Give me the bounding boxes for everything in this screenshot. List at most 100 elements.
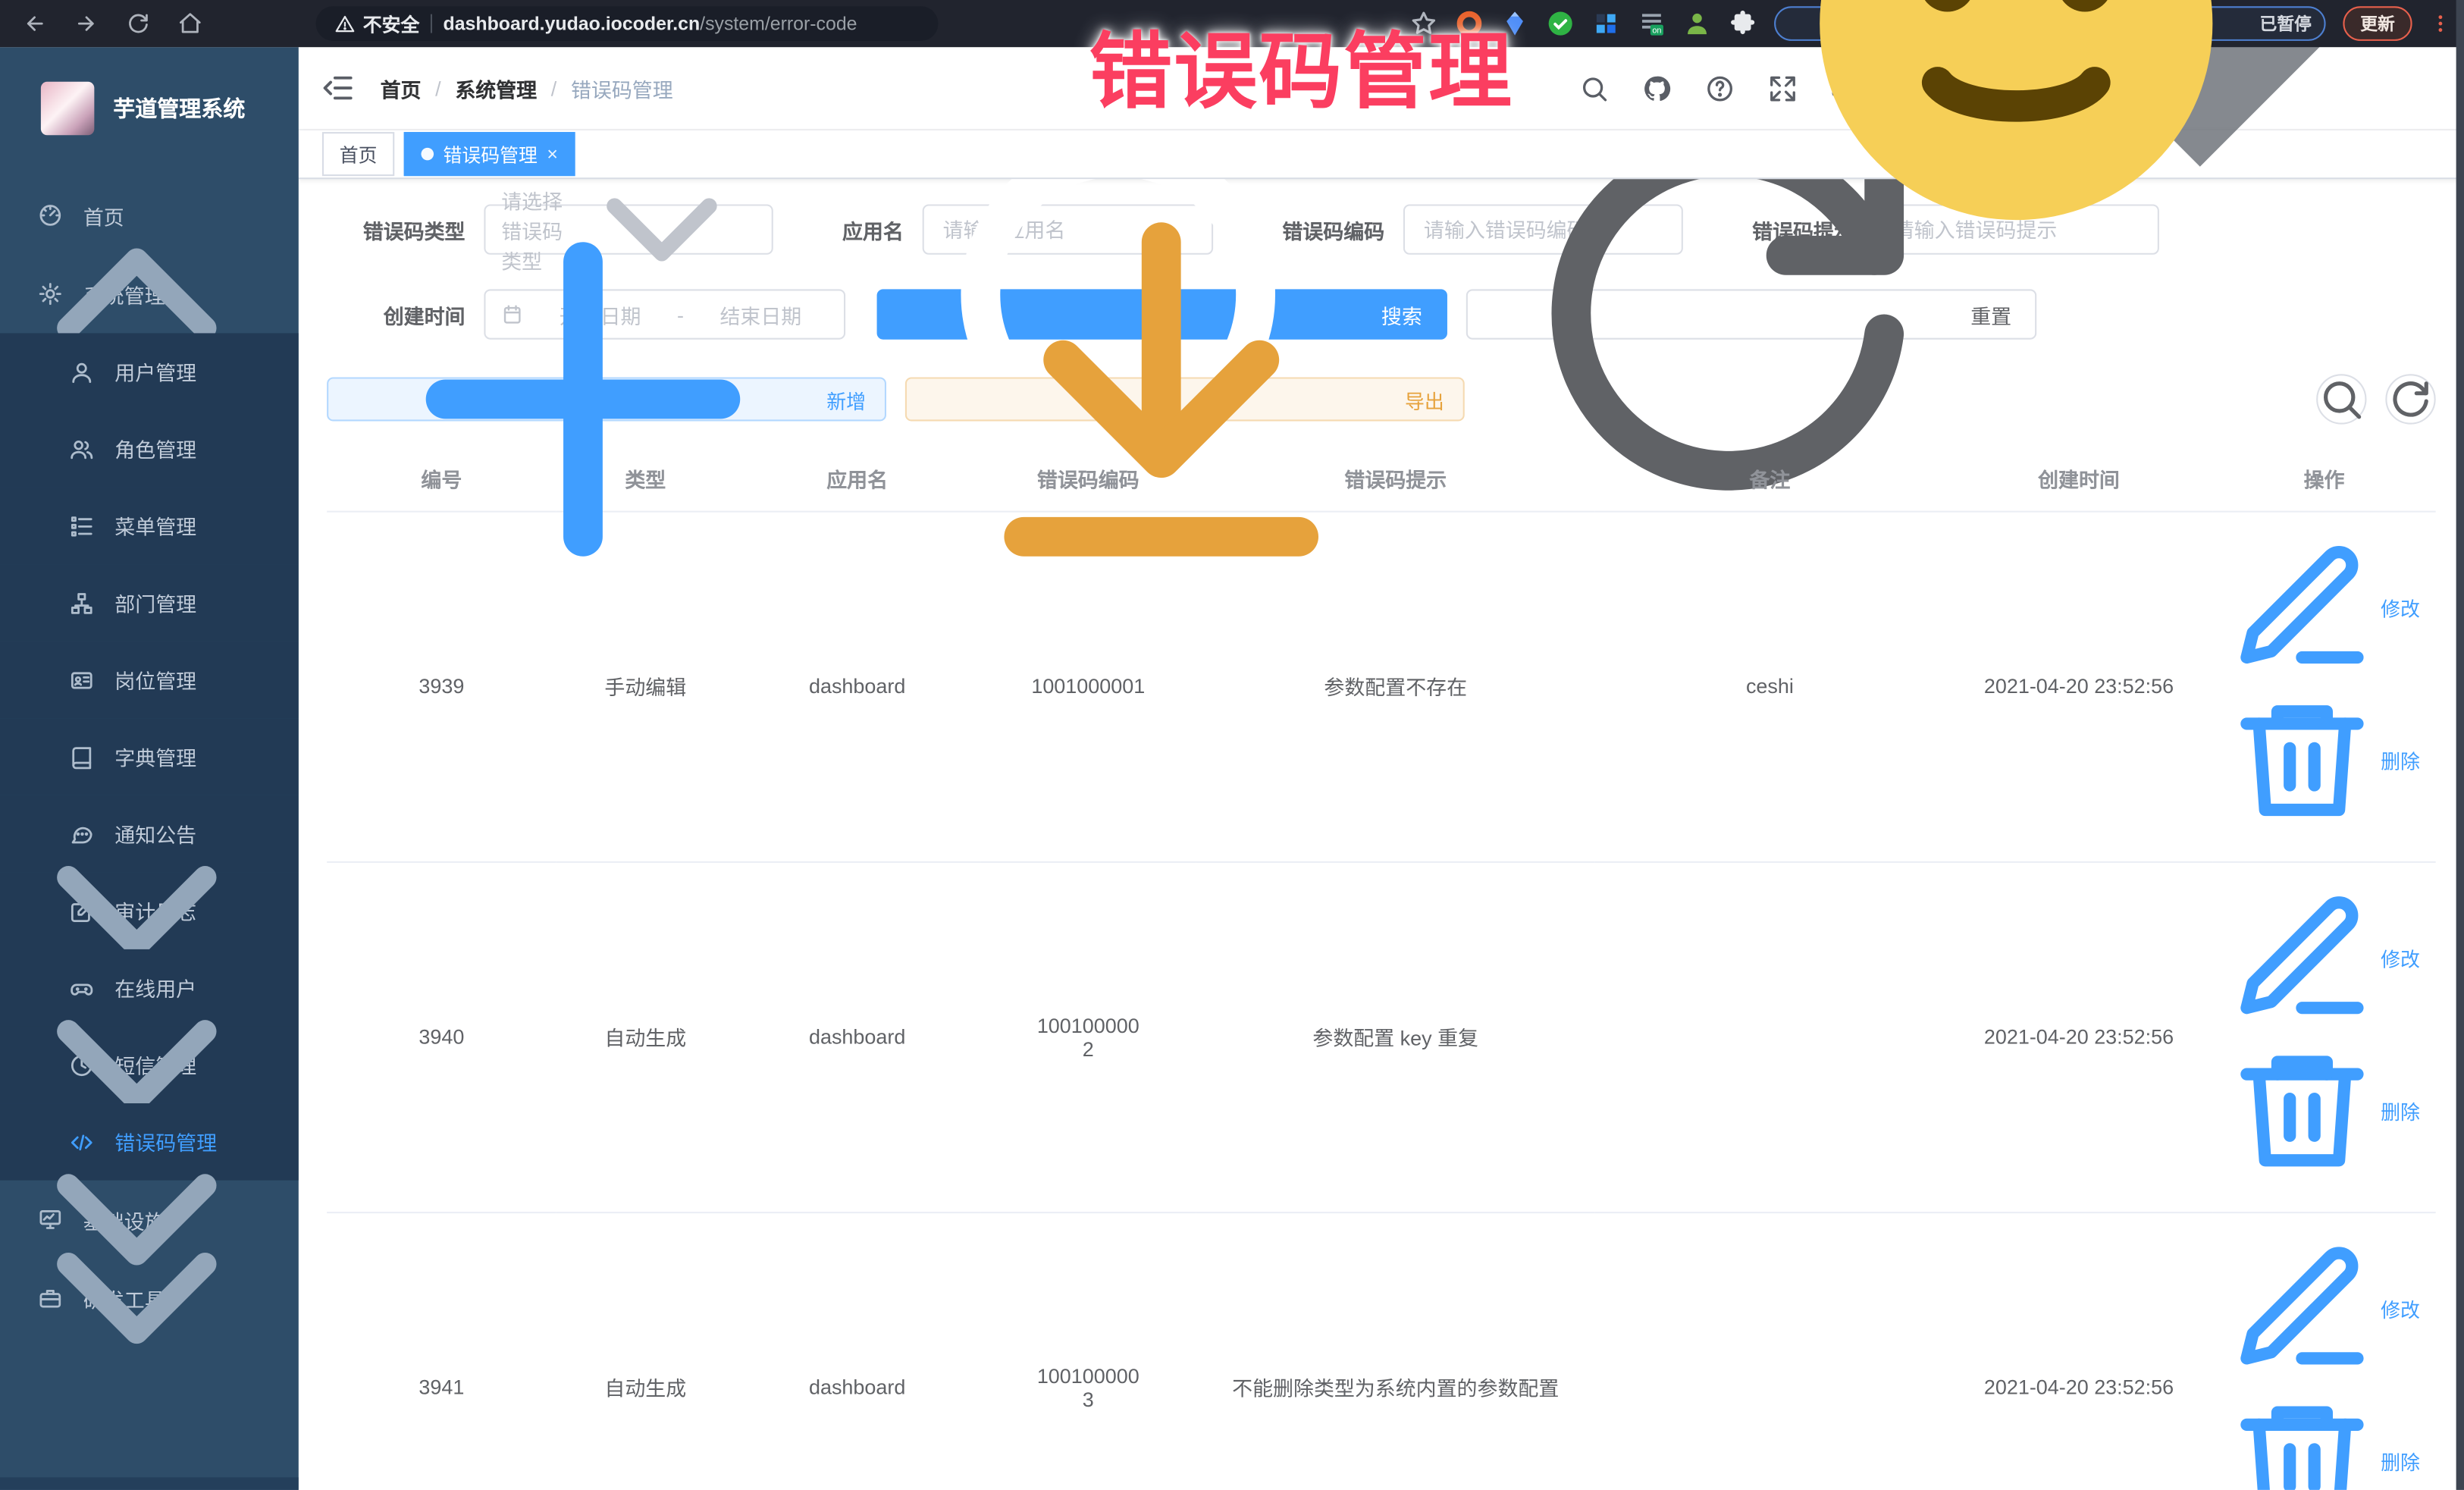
download-icon [926,179,1397,635]
sidebar-item-3[interactable]: 角色管理 [0,410,299,488]
table-row: 3940 自动生成 dashboard 100100000 2 参数配置 key… [327,862,2436,1212]
sidebar-item-label: 字典管理 [114,742,196,771]
tab-home-label: 首页 [340,141,378,168]
edit-icon [2228,535,2376,682]
cell-operations: 修改 删除 [2212,1212,2435,1490]
extensions-puzzle-icon[interactable] [1729,9,1757,37]
main-area: 首页 / 系统管理 / 错误码管理 tT 首页 [299,47,2464,1490]
security-label: 不安全 [363,10,420,36]
search-icon[interactable] [1579,73,1609,102]
extension-list-on-icon[interactable]: on [1638,9,1666,37]
paused-profile-chip[interactable]: 已暂停 [1774,6,2326,41]
sidebar-footer-bar [0,1477,299,1490]
sidebar-item-6[interactable]: 岗位管理 [0,641,299,719]
reload-icon[interactable] [126,11,151,36]
cell-msg: 不能删除类型为系统内置的参数配置 [1196,1212,1594,1490]
cell-type: 自动生成 [556,862,735,1212]
sidebar-item-14[interactable]: 研发工具 [0,1259,299,1338]
trash-icon [2228,1388,2376,1490]
url-bar[interactable]: 不安全 dashboard.yudao.iocoder.cn/system/er… [316,6,939,41]
table-row: 3941 自动生成 dashboard 100100000 3 不能删除类型为系… [327,1212,2436,1490]
sidebar-fold-icon[interactable] [321,71,356,105]
tab-active-dot [422,148,434,161]
sidebar-item-label: 用户管理 [114,357,196,387]
help-icon[interactable] [1704,73,1734,102]
breadcrumb: 首页 / 系统管理 / 错误码管理 [381,73,673,102]
app-logo-area: 芋道管理系统 [0,47,299,170]
tab-error-code[interactable]: 错误码管理 × [404,132,575,176]
cell-memo [1594,1212,1945,1490]
delete-link[interactable]: 删除 [2228,1037,2420,1185]
url-path: /system/error-code [700,13,857,35]
cell-app: dashboard [735,862,980,1212]
sidebar-item-5[interactable]: 部门管理 [0,564,299,641]
cell-msg: 参数配置 key 重复 [1196,862,1594,1212]
cell-time: 2021-04-20 23:52:56 [1945,1212,2213,1490]
sidebar: 芋道管理系统 首页 系统管理 用户管理 角色管理 菜单管理 部门管理 岗位管理 … [0,47,299,1490]
badge-icon [69,667,94,692]
trash-icon [2228,687,2376,835]
cell-operations: 修改 删除 [2212,862,2435,1212]
add-button[interactable]: 新增 [327,377,886,421]
browser-menu-icon[interactable] [2429,13,2451,35]
screen: 不安全 dashboard.yudao.iocoder.cn/system/er… [0,0,2464,1490]
tab-home[interactable]: 首页 [322,132,394,176]
breadcrumb-home[interactable]: 首页 [381,73,422,102]
breadcrumb-current: 错误码管理 [571,73,673,102]
extension-person-icon[interactable] [1683,9,1711,37]
tab-error-code-label: 错误码管理 [444,141,538,168]
overlay-annotation: 错误码管理 [1089,6,1513,126]
breadcrumb-system[interactable]: 系统管理 [455,73,537,102]
export-button[interactable]: 导出 [905,377,1465,421]
cell-type: 自动生成 [556,1212,735,1490]
cell-time: 2021-04-20 23:52:56 [1945,512,2213,862]
reset-button-label: 重置 [1970,300,2011,329]
edit-link[interactable]: 修改 [2228,1235,2420,1383]
forward-icon[interactable] [74,11,99,36]
cell-memo: ceshi [1594,512,1945,862]
tab-close-icon[interactable]: × [547,145,558,164]
edit-link[interactable]: 修改 [2228,535,2420,682]
extension-green-check-icon[interactable] [1547,9,1575,37]
edit-icon [2228,885,2376,1033]
home-icon[interactable] [177,11,202,36]
sidebar-item-label: 部门管理 [114,588,196,617]
github-icon[interactable] [1642,73,1672,102]
reset-button[interactable]: 重置 [1466,289,2036,339]
plus-icon [347,179,819,635]
browser-nav [0,11,224,36]
users-icon [69,436,94,461]
cell-app: dashboard [735,1212,980,1490]
edit-link[interactable]: 修改 [2228,885,2420,1033]
refresh-table-button[interactable] [2385,374,2435,424]
warning-icon [334,14,355,34]
window-edge-scrollbar[interactable] [2456,0,2464,1490]
url-separator [431,14,432,33]
cell-time: 2021-04-20 23:52:56 [1945,862,2213,1212]
sidebar-item-2[interactable]: 用户管理 [0,333,299,410]
toggle-search-button[interactable] [2316,374,2366,424]
back-icon[interactable] [22,11,47,36]
delete-link[interactable]: 删除 [2228,687,2420,835]
extension-grid-icon[interactable] [1592,9,1620,37]
url-host: dashboard.yudao.iocoder.cn [444,13,701,35]
menu-tree-icon [69,513,94,538]
svg-text:on: on [1652,27,1661,36]
browser-update-button[interactable]: 更新 [2343,6,2412,41]
sidebar-item-1[interactable]: 系统管理 [0,255,299,334]
cell-id: 3941 [327,1212,556,1490]
page-content: 错误码类型 请选择错误码类型 应用名 错误码编码 [299,179,2464,1490]
sidebar-item-label: 角色管理 [114,434,196,463]
org-icon [69,590,94,615]
app-title: 芋道管理系统 [113,93,245,124]
dict-icon [69,744,94,769]
col-time: 创建时间 [1945,447,2213,512]
cell-id: 3940 [327,862,556,1212]
trash-icon [2228,1037,2376,1185]
emoji-face-icon [1780,0,2252,259]
sidebar-item-4[interactable]: 菜单管理 [0,488,299,565]
breadcrumb-separator: / [435,77,441,100]
delete-link[interactable]: 删除 [2228,1388,2420,1490]
sidebar-item-label: 菜单管理 [114,511,196,541]
security-chip[interactable]: 不安全 [334,10,419,36]
